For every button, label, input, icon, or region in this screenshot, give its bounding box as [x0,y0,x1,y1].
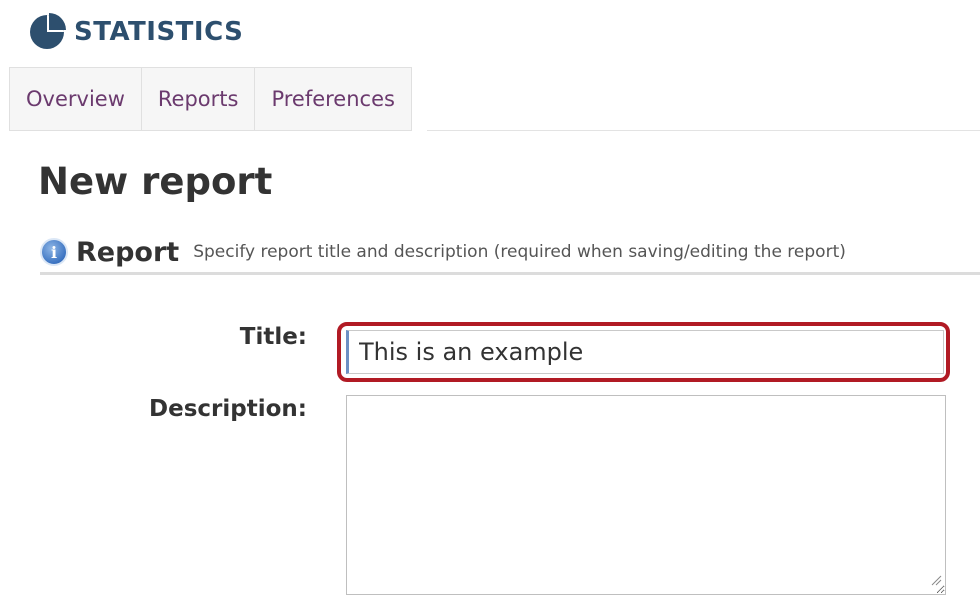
title-label: Title: [239,324,307,350]
page-title: New report [38,160,273,203]
tab-overview[interactable]: Overview [9,67,141,131]
pie-chart-icon [30,13,66,49]
title-input[interactable] [346,330,944,374]
info-icon[interactable]: i [40,238,68,266]
tab-bar: Overview Reports Preferences [9,67,412,131]
section-description: Specify report title and description (re… [193,242,846,262]
description-label: Description: [149,396,307,422]
section-header: i Report Specify report title and descri… [40,232,980,272]
resize-grip-icon[interactable] [930,574,942,586]
section-title: Report [76,236,180,268]
tool-header: STATISTICS [26,12,243,52]
tab-preferences[interactable]: Preferences [254,67,412,131]
section-divider [40,272,980,275]
tab-reports[interactable]: Reports [140,67,255,131]
description-textarea[interactable] [346,395,946,595]
tool-title: STATISTICS [74,17,244,47]
tab-bar-divider [427,130,980,131]
